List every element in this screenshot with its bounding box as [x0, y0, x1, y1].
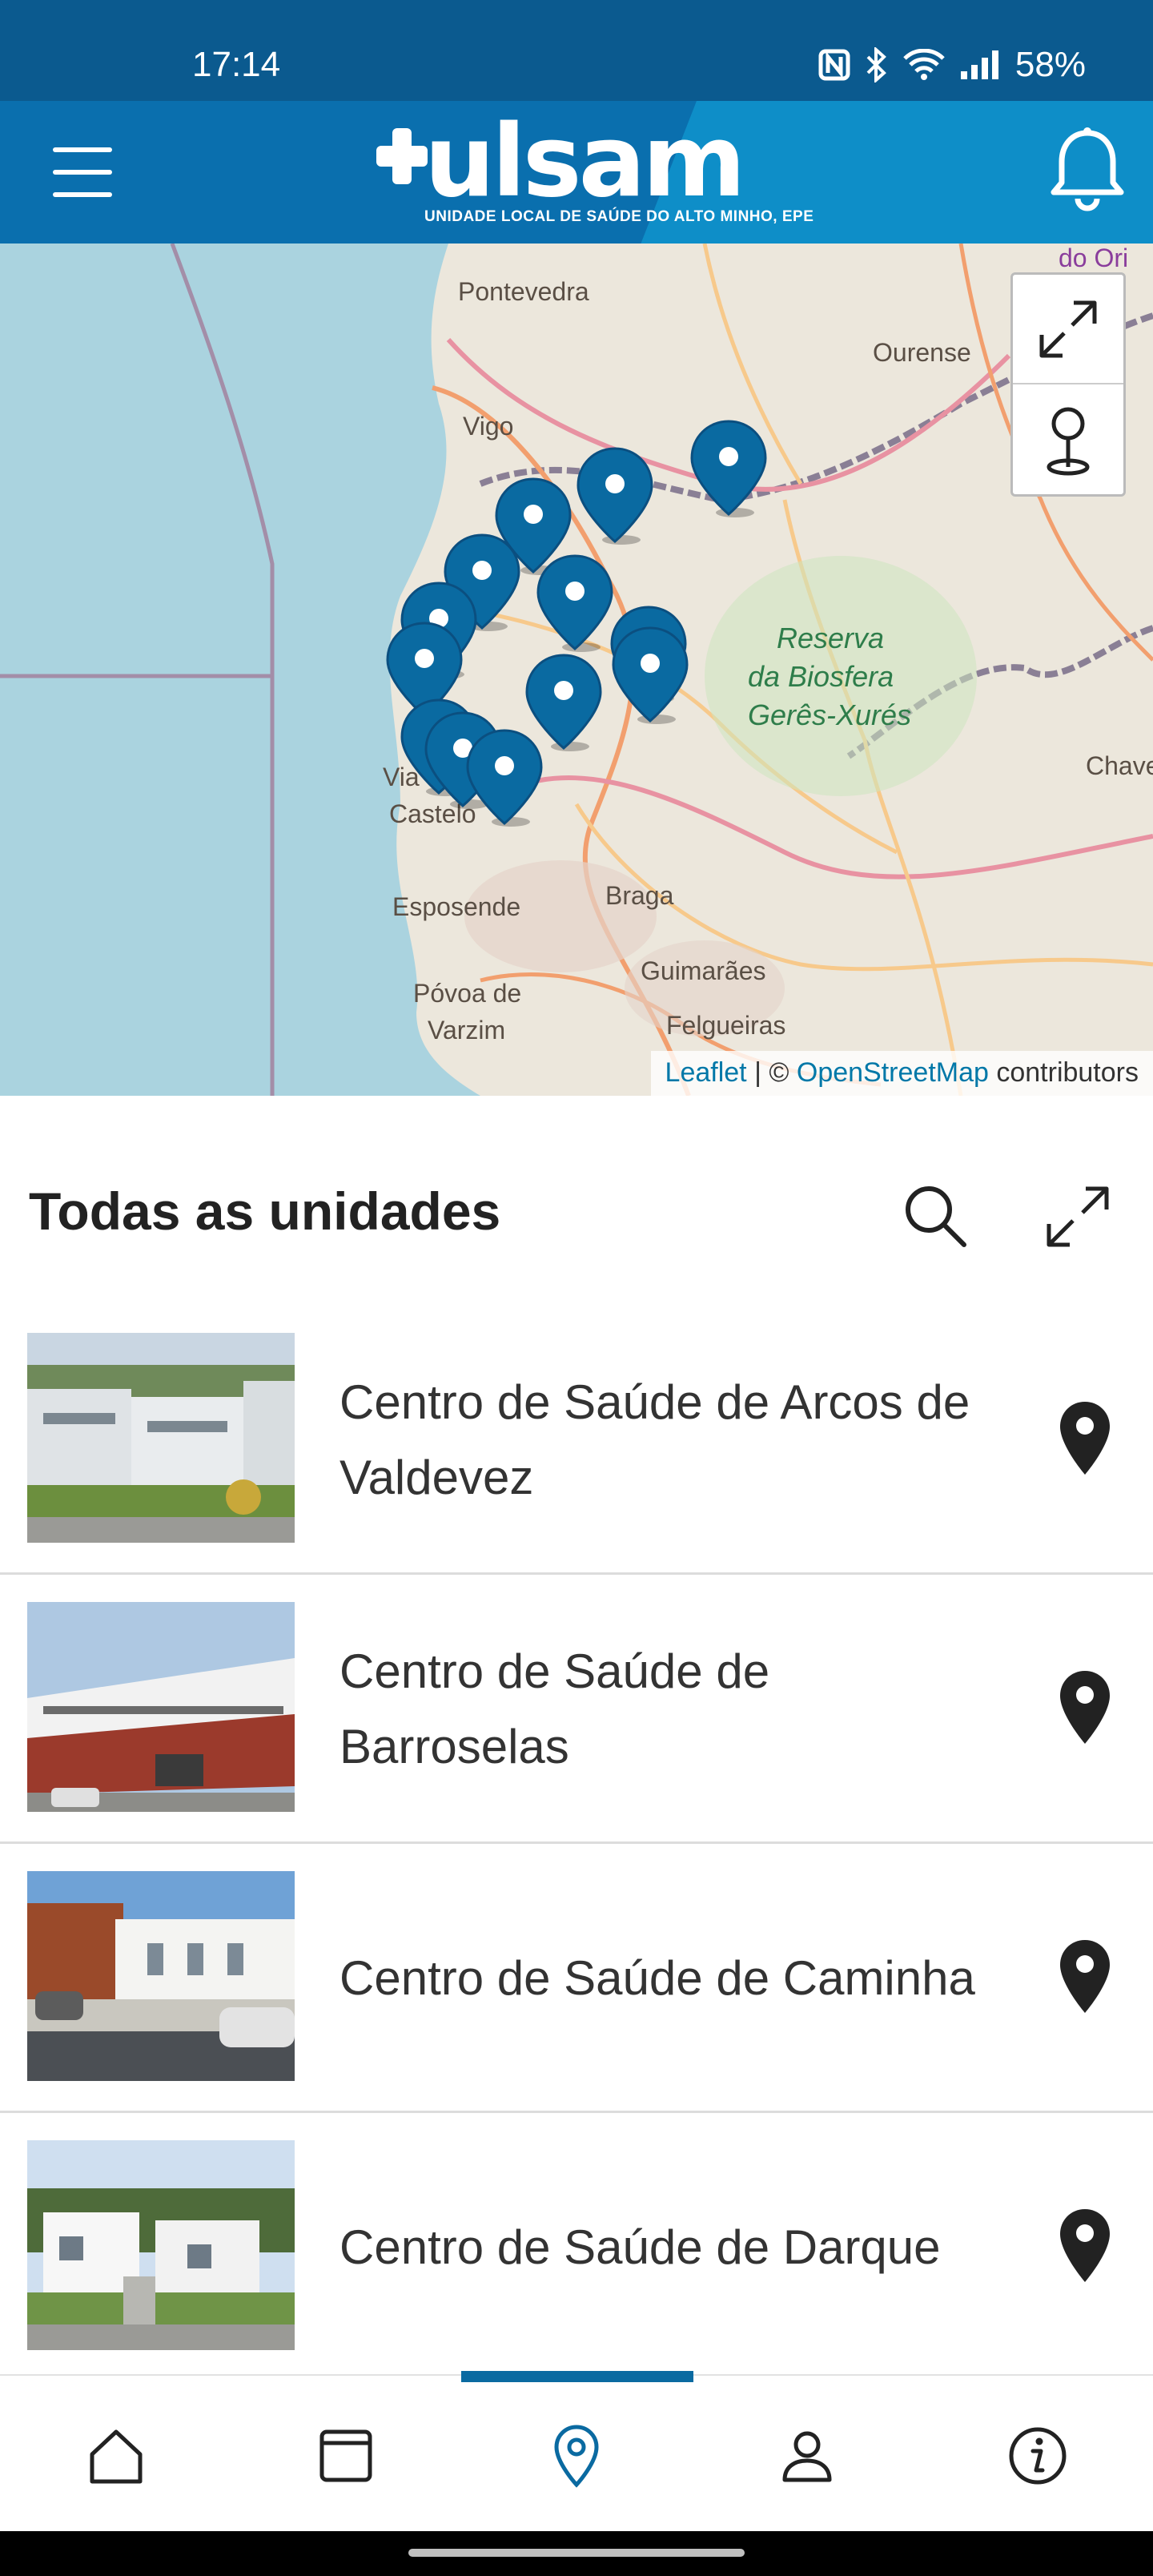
units-section-header: Todas as unidades — [0, 1121, 1153, 1306]
expand-arrows-icon — [1047, 1186, 1109, 1247]
map-marker-icon[interactable] — [687, 418, 770, 517]
nav-map[interactable] — [536, 2416, 617, 2496]
info-icon — [1009, 2427, 1067, 2485]
map-controls — [1010, 272, 1126, 497]
calendar-icon — [319, 2429, 372, 2482]
unit-photo — [27, 1871, 295, 2081]
unit-list-item[interactable]: Centro de Saúde de Barroselas — [0, 1575, 1153, 1844]
osm-link[interactable]: OpenStreetMap — [797, 1057, 989, 1088]
menu-button[interactable] — [50, 144, 115, 200]
bottom-navigation — [0, 2371, 1153, 2531]
map-label-pontevedra: Pontevedra — [458, 277, 589, 306]
battery-percentage: 58% — [1014, 45, 1086, 84]
user-icon — [782, 2431, 832, 2482]
map-pin-icon — [554, 2425, 599, 2488]
status-icons: 58% — [818, 45, 1086, 85]
unit-photo — [27, 1602, 295, 1812]
search-button[interactable] — [897, 1177, 974, 1254]
map-marker-icon[interactable] — [609, 625, 692, 724]
map-fullscreen-button[interactable] — [1013, 275, 1123, 384]
map-label-reserva-2: da Biosfera — [748, 660, 894, 693]
search-icon — [906, 1186, 966, 1247]
section-title: Todas as unidades — [29, 1181, 501, 1241]
unit-location-button[interactable] — [1057, 1938, 1129, 2019]
wifi-icon — [903, 49, 945, 81]
logo-cross-icon — [376, 128, 428, 184]
active-tab-indicator — [461, 2371, 693, 2382]
units-map[interactable]: Pontevedra Ourense Vigo Reserva da Biosf… — [0, 244, 1153, 1096]
bell-icon — [1051, 127, 1124, 211]
nav-info[interactable] — [998, 2416, 1078, 2496]
app-screen: 17:14 58% ulsam UNIDADE LOCAL DE SAÚDE D… — [0, 0, 1153, 2576]
home-gesture-bar[interactable] — [408, 2549, 745, 2557]
unit-name: Centro de Saúde de Darque — [339, 2220, 941, 2274]
map-marker-icon[interactable] — [463, 727, 546, 827]
unit-name: Centro de Saúde de Arcos de Valdevez — [339, 1375, 970, 1504]
map-label-felgueiras: Felgueiras — [666, 1011, 786, 1040]
map-label-esposende: Esposende — [392, 892, 521, 921]
map-label-chaves: Chave — [1086, 751, 1153, 780]
signal-icon — [959, 49, 1001, 81]
map-label-ourense: Ourense — [873, 338, 971, 367]
unit-photo — [27, 2140, 295, 2350]
system-gesture-area — [0, 2531, 1153, 2576]
ulsam-logo: ulsam UNIDADE LOCAL DE SAÚDE DO ALTO MIN… — [376, 112, 814, 231]
map-pin-icon — [1060, 2209, 1110, 2282]
unit-name: Centro de Saúde de Barroselas — [339, 1644, 770, 1773]
unit-location-button[interactable] — [1057, 1400, 1129, 1480]
unit-photo — [27, 1333, 295, 1543]
unit-list-item[interactable]: Centro de Saúde de Caminha — [0, 1844, 1153, 2113]
map-pin-icon — [1060, 1402, 1110, 1475]
nav-calendar[interactable] — [306, 2416, 386, 2496]
map-label-braga: Braga — [605, 881, 674, 910]
map-attribution: Leaflet | © OpenStreetMap contributors — [650, 1051, 1153, 1096]
map-label-top-right: do Ori — [1059, 244, 1129, 272]
status-time: 17:14 — [192, 45, 281, 84]
unit-list-item[interactable]: Centro de Saúde de Darque — [0, 2113, 1153, 2382]
map-marker-icon[interactable] — [573, 445, 657, 545]
logo-wordmark: ulsam — [424, 104, 745, 219]
map-pin-icon — [1060, 1940, 1110, 2013]
nfc-icon — [818, 49, 850, 81]
units-list: Centro de Saúde de Arcos de Valdevez Cen… — [0, 1306, 1153, 2382]
map-marker-icon[interactable] — [533, 553, 617, 652]
expand-list-button[interactable] — [1039, 1177, 1116, 1254]
map-label-povoa-2: Varzim — [428, 1016, 506, 1044]
expand-arrows-icon — [1039, 300, 1097, 357]
unit-location-button[interactable] — [1057, 1669, 1129, 1749]
bluetooth-icon — [865, 47, 889, 83]
unit-location-button[interactable] — [1057, 2208, 1129, 2288]
unit-name: Centro de Saúde de Caminha — [339, 1951, 975, 2005]
map-label-povoa-1: Póvoa de — [413, 979, 522, 1008]
notifications-button[interactable] — [1049, 125, 1126, 213]
unit-list-item[interactable]: Centro de Saúde de Arcos de Valdevez — [0, 1306, 1153, 1575]
map-label-reserva-3: Gerês-Xurés — [748, 698, 912, 731]
nav-profile[interactable] — [767, 2416, 847, 2496]
map-label-reserva-1: Reserva — [777, 622, 885, 654]
status-bar: 17:14 58% — [0, 0, 1153, 101]
logo-subtitle: UNIDADE LOCAL DE SAÚDE DO ALTO MINHO, EP… — [424, 208, 814, 225]
location-marker-icon — [1047, 407, 1090, 475]
map-label-guimaraes: Guimarães — [641, 956, 766, 985]
app-header: ulsam UNIDADE LOCAL DE SAÚDE DO ALTO MIN… — [0, 101, 1153, 244]
map-label-vigo: Vigo — [463, 412, 514, 441]
nav-home[interactable] — [76, 2416, 156, 2496]
map-pin-icon — [1060, 1671, 1110, 1744]
leaflet-link[interactable]: Leaflet — [665, 1057, 747, 1088]
home-icon — [90, 2429, 143, 2484]
map-locate-button[interactable] — [1013, 384, 1123, 494]
